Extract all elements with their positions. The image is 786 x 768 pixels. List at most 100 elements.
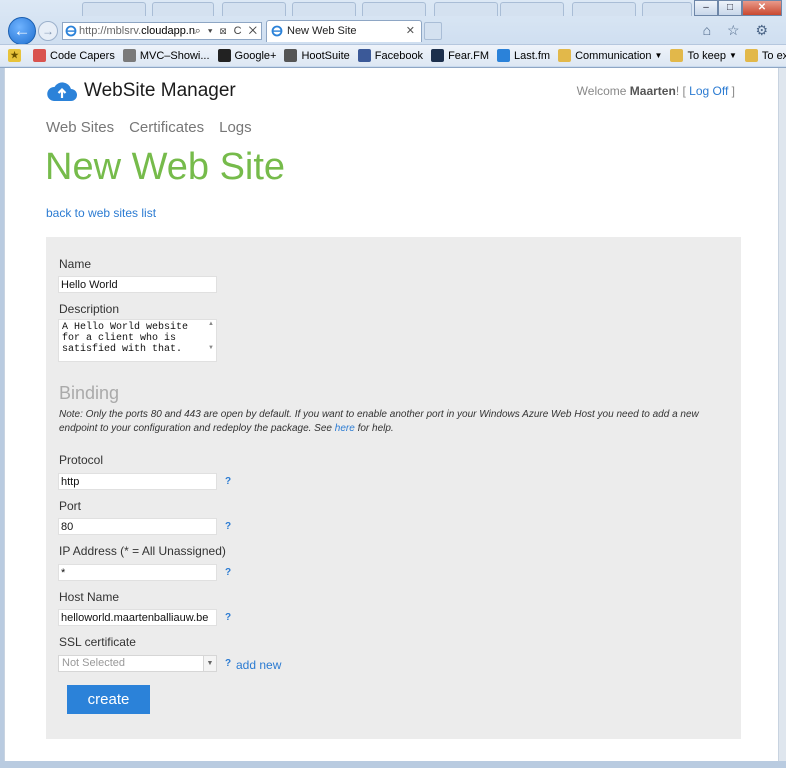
folder-icon (744, 49, 758, 62)
close-tab-icon[interactable]: ✕ (406, 21, 415, 41)
favorite-item[interactable]: MVC–Showi... (122, 49, 210, 62)
background-tab[interactable] (292, 2, 356, 16)
address-bar[interactable]: http://mblsrv.cloudapp.net ⌕ ▾ ⊠ C ✕ (62, 22, 262, 40)
favorite-item[interactable]: Google+ (217, 49, 277, 62)
background-tab[interactable] (572, 2, 636, 16)
fearfm-icon (431, 49, 445, 62)
binding-heading: Binding (59, 383, 120, 403)
favorite-item[interactable]: To keep ▼ (670, 49, 737, 62)
favorite-item[interactable]: HootSuite (284, 49, 350, 62)
folder-icon (670, 49, 684, 62)
ssl-certificate-select[interactable]: Not Selected ▼ (58, 655, 217, 672)
nav-certificates[interactable]: Certificates (129, 119, 204, 136)
protocol-input[interactable] (58, 473, 217, 490)
brand-name: WebSite Manager (84, 80, 236, 101)
favorite-label: Communication (575, 49, 652, 62)
favorite-label: To keep (687, 49, 726, 62)
favorite-label: Last.fm (514, 49, 551, 62)
ip-address-label: IP Address (* = All Unassigned) (59, 544, 226, 558)
home-favorites-tools-icons[interactable]: ⌂ ☆ ⚙ (703, 22, 774, 39)
protocol-label: Protocol (59, 453, 104, 467)
favorite-label: Code Capers (50, 49, 115, 62)
port-input[interactable] (58, 518, 217, 535)
window-controls: – □ ✕ (694, 0, 782, 16)
name-input[interactable] (58, 276, 217, 293)
window-right-edge (779, 68, 786, 761)
description-label: Description (59, 302, 120, 316)
google-plus-icon (217, 49, 231, 62)
nav-web-sites[interactable]: Web Sites (46, 119, 114, 136)
new-tab-button[interactable] (424, 22, 442, 40)
tab-title: New Web Site (287, 25, 357, 37)
favorite-label: MVC–Showi... (139, 49, 210, 62)
back-button[interactable]: ← (8, 17, 36, 45)
background-tab[interactable] (152, 2, 214, 16)
binding-note: Note: Only the ports 80 and 443 are open… (59, 409, 699, 434)
background-tab[interactable] (642, 2, 692, 16)
cloud-upload-icon (47, 82, 77, 101)
address-tools-icons[interactable]: ⌕ ▾ ⊠ C ✕ (194, 23, 259, 39)
page-icon (122, 49, 136, 62)
favorite-item[interactable]: Communication ▼ (558, 49, 662, 62)
port-help-link[interactable]: ? (225, 521, 231, 532)
forward-button[interactable]: → (38, 21, 58, 41)
tab-active[interactable]: New Web Site ✕ (266, 20, 422, 42)
chevron-down-icon[interactable]: ▼ (203, 656, 216, 671)
site-logo[interactable]: WebSite Manager (46, 80, 236, 102)
favorites-list: Code Capers MVC–Showi... Google+ HootSuite F… (33, 49, 786, 62)
add-new-certificate-link[interactable]: add new (236, 658, 281, 672)
favorite-item[interactable]: Last.fm (497, 49, 550, 62)
username: Maarten (629, 84, 676, 98)
background-tab[interactable] (434, 2, 498, 16)
welcome-text: Welcome Maarten! [ Log Off ] (576, 84, 735, 98)
description-textarea[interactable]: A Hello World website for a client who i… (58, 319, 217, 362)
host-name-label: Host Name (59, 590, 120, 604)
favorite-label: Fear.FM (448, 49, 490, 62)
favorite-item[interactable]: Code Capers (33, 49, 115, 62)
ie-page-icon (497, 49, 511, 62)
textarea-scrollbar[interactable]: ▲ ▼ (206, 320, 216, 361)
protocol-help-link[interactable]: ? (225, 476, 231, 487)
favorite-label: Google+ (234, 49, 277, 62)
background-tab[interactable] (82, 2, 146, 16)
window-bottom-edge (0, 761, 786, 768)
folder-icon (558, 49, 572, 62)
close-window-button[interactable]: ✕ (742, 0, 782, 16)
background-tab[interactable] (222, 2, 286, 16)
new-site-form: Name Description A Hello World website f… (46, 237, 741, 739)
host-name-help-link[interactable]: ? (225, 612, 231, 623)
favorite-label: To explore (761, 49, 786, 62)
back-arrow-icon: ← (13, 21, 31, 40)
ie-icon (271, 25, 283, 37)
host-name-input[interactable] (58, 609, 217, 626)
forward-arrow-icon: → (42, 24, 54, 38)
logoff-link[interactable]: Log Off (689, 84, 728, 98)
main-nav: Web Sites Certificates Logs (46, 119, 267, 136)
web-page: WebSite Manager Welcome Maarten! [ Log O… (4, 68, 779, 761)
facebook-icon (357, 49, 371, 62)
background-tab[interactable] (500, 2, 564, 16)
nav-logs[interactable]: Logs (219, 119, 252, 136)
browser-chrome: ← → http://mblsrv.cloudapp.net ⌕ ▾ ⊠ C ✕… (0, 0, 786, 68)
pencil-icon (33, 49, 46, 62)
create-button[interactable]: create (67, 685, 150, 714)
background-tab[interactable] (362, 2, 426, 16)
maximize-button[interactable]: □ (718, 0, 742, 16)
favorite-item[interactable]: Facebook (357, 49, 424, 62)
ssl-help-link[interactable]: ? (225, 658, 231, 669)
favorite-item[interactable]: To explore▼ (744, 49, 786, 62)
name-label: Name (59, 257, 92, 271)
favorites-bar: ★ Code Capers MVC–Showi... Google+ HootSuit… (0, 44, 786, 66)
favorite-label: Facebook (374, 49, 424, 62)
favorite-item[interactable]: Fear.FM (431, 49, 489, 62)
favorite-label: HootSuite (301, 49, 350, 62)
back-to-list-link[interactable]: back to web sites list (46, 206, 156, 220)
ip-address-input[interactable] (58, 564, 217, 581)
chevron-down-icon: ▼ (654, 51, 663, 60)
chevron-down-icon: ▼ (728, 51, 737, 60)
help-here-link[interactable]: here (335, 423, 355, 434)
page-title: New Web Site (45, 146, 286, 188)
ip-address-help-link[interactable]: ? (225, 567, 231, 578)
minimize-button[interactable]: – (694, 0, 718, 16)
favorites-star-icon[interactable]: ★ (8, 49, 25, 62)
